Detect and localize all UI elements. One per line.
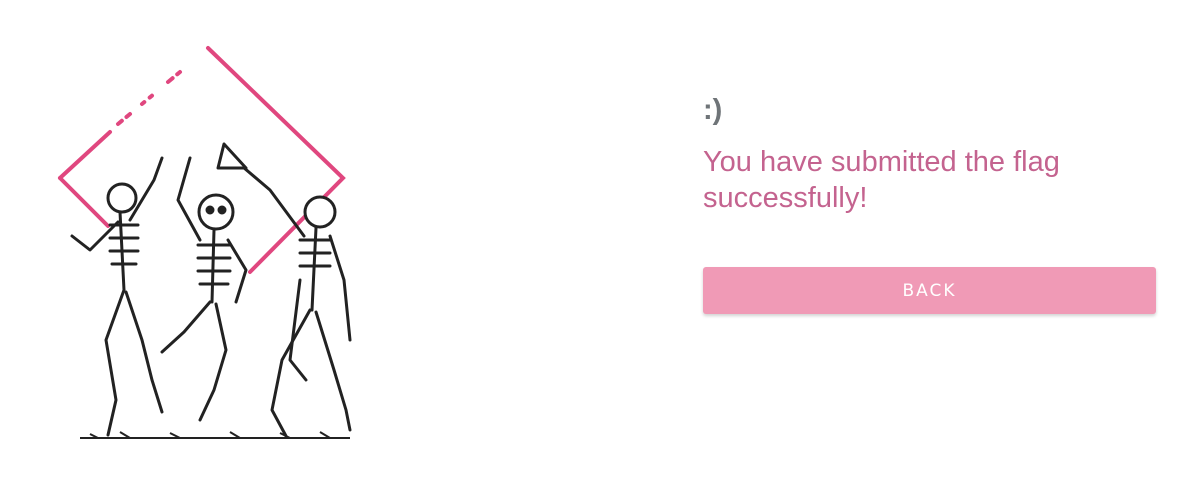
result-panel: :) You have submitted the flag successfu…: [703, 90, 1156, 314]
success-page: :) You have submitted the flag successfu…: [0, 0, 1201, 496]
skeleton-figures: [70, 142, 352, 438]
ground-hatching: [80, 431, 350, 439]
skeletons-image: [58, 46, 352, 439]
back-button[interactable]: BACK: [703, 267, 1156, 314]
dancing-skeletons-illustration: [50, 40, 360, 450]
smiley-emoticon: :): [703, 94, 723, 126]
success-message: You have submitted the flag successfully…: [703, 146, 1060, 214]
